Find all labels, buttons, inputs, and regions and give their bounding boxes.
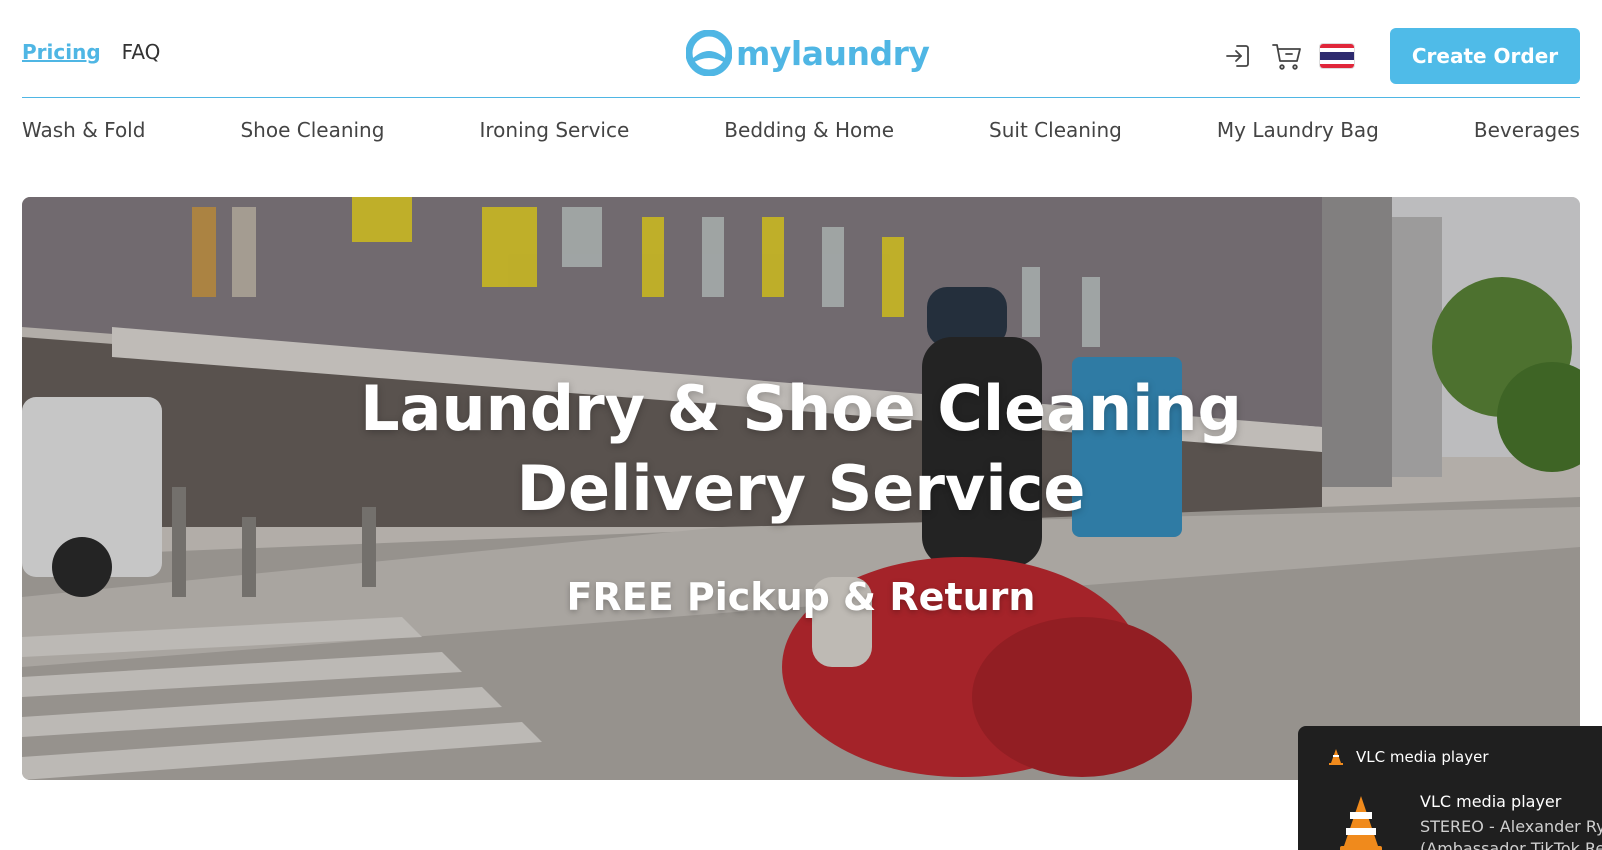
- notification-app-name: VLC media player: [1420, 792, 1562, 811]
- site-header: Pricing FAQ mylaundry Create Order: [22, 0, 1580, 98]
- service-bedding-home[interactable]: Bedding & Home: [724, 118, 894, 142]
- hero-banner: Laundry & Shoe Cleaning Delivery Service…: [22, 197, 1580, 780]
- vlc-small-icon: [1329, 749, 1343, 765]
- service-suit-cleaning[interactable]: Suit Cleaning: [989, 118, 1122, 142]
- faq-link[interactable]: FAQ: [122, 40, 161, 64]
- notification-header-text: VLC media player: [1356, 748, 1489, 766]
- logo[interactable]: mylaundry: [686, 30, 930, 76]
- thai-flag-icon[interactable]: [1320, 44, 1354, 68]
- vlc-notification[interactable]: VLC media player VLC media player STEREO…: [1298, 726, 1602, 850]
- create-order-button[interactable]: Create Order: [1390, 28, 1580, 84]
- pricing-link[interactable]: Pricing: [22, 40, 101, 64]
- hero-subtitle: FREE Pickup & Return: [566, 575, 1036, 619]
- cart-icon[interactable]: [1271, 40, 1303, 72]
- service-beverages[interactable]: Beverages: [1474, 118, 1580, 142]
- notification-body: STEREO - Alexander Ryb (Ambassador TikTo…: [1420, 816, 1602, 850]
- service-wash-fold[interactable]: Wash & Fold: [22, 118, 145, 142]
- notification-line2: (Ambassador TikTok Re: [1420, 839, 1602, 850]
- hero-title-line1: Laundry & Shoe Cleaning: [360, 372, 1242, 445]
- service-shoe-cleaning[interactable]: Shoe Cleaning: [240, 118, 384, 142]
- header-tools: Create Order: [1205, 28, 1580, 84]
- hero-title-line2: Delivery Service: [516, 452, 1086, 525]
- vlc-cone-icon: [1340, 796, 1382, 850]
- notification-line1: STEREO - Alexander Ryb: [1420, 817, 1602, 836]
- service-ironing[interactable]: Ironing Service: [479, 118, 629, 142]
- hero-title: Laundry & Shoe Cleaning Delivery Service: [22, 369, 1580, 529]
- service-nav: Wash & Fold Shoe Cleaning Ironing Servic…: [22, 118, 1580, 142]
- notification-header: VLC media player: [1328, 748, 1489, 766]
- logo-text: mylaundry: [736, 33, 930, 73]
- login-icon[interactable]: [1222, 40, 1254, 72]
- logo-mark-icon: [686, 30, 732, 76]
- top-nav: Pricing FAQ: [22, 40, 160, 64]
- service-laundry-bag[interactable]: My Laundry Bag: [1217, 118, 1379, 142]
